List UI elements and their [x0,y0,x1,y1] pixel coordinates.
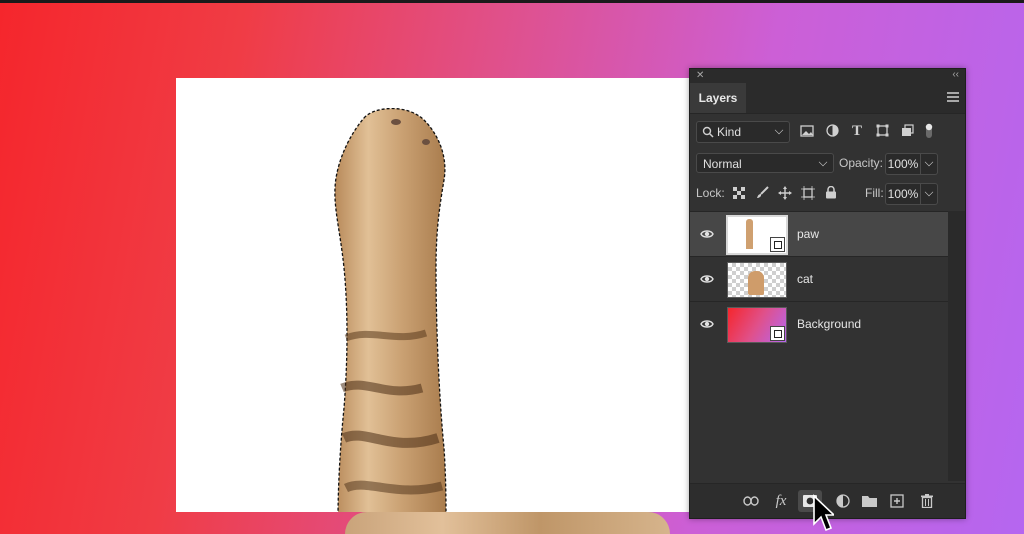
fill-label: Fill: [865,186,884,200]
shape-filter-icon[interactable] [873,121,891,141]
mouse-cursor-icon [813,494,834,532]
filter-row: Kind T [690,116,965,146]
lock-position-icon[interactable] [776,183,794,203]
fill-input[interactable]: 100% [885,183,921,205]
document-canvas[interactable] [176,78,690,512]
chevron-down-icon [924,157,934,167]
lock-artboard-icon[interactable] [799,183,817,203]
layer-thumbnail-paw [726,215,788,255]
kind-filter-label: Kind [717,125,742,139]
layers-panel[interactable]: ✕ ‹‹ Layers Kind T Normal Opacity: 100% … [689,68,966,519]
paw-shape [334,108,447,512]
chevron-down-icon [818,157,828,167]
group-folder-icon[interactable] [860,492,878,510]
collapse-icon[interactable]: ‹‹ [952,69,959,80]
lock-row: Lock: Fill: 100% [690,181,965,207]
smart-object-badge-icon [770,326,785,341]
opacity-dropdown[interactable] [921,153,938,175]
opacity-input[interactable]: 100% [885,153,921,175]
eye-icon[interactable] [700,272,714,286]
chevron-down-icon [774,125,784,135]
lock-transparent-icon[interactable] [730,183,748,203]
filter-toggle-icon[interactable] [920,121,938,141]
trash-icon[interactable] [918,492,936,510]
panel-tabs: Layers [690,83,965,114]
adjustment-filter-icon[interactable] [823,121,841,141]
layer-name: Background [797,317,862,331]
eye-icon[interactable] [700,317,714,331]
smart-object-badge-icon [770,237,785,252]
paw-selection[interactable] [326,108,466,512]
panel-menu-icon[interactable] [947,92,959,104]
layers-scrollbar[interactable] [948,211,965,481]
fill-dropdown[interactable] [921,183,938,205]
cat-body-preview [345,512,670,534]
layers-list: paw cat Background [690,211,948,346]
chevron-down-icon [924,187,934,197]
eye-icon[interactable] [700,227,714,241]
layer-thumbnail-cat [727,262,787,298]
layer-row-cat[interactable]: cat [690,256,948,301]
opacity-label: Opacity: [839,156,884,170]
lock-all-icon[interactable] [822,183,840,203]
blend-mode-select[interactable]: Normal [696,153,834,173]
layer-name: paw [797,227,820,241]
type-filter-icon[interactable]: T [848,121,866,141]
top-edge-bar [0,0,1024,3]
layer-row-paw[interactable]: paw [690,211,948,256]
panel-title-bar: ✕ ‹‹ [690,69,965,83]
adjustment-layer-icon[interactable] [834,492,852,510]
link-icon[interactable] [742,492,760,510]
layer-thumbnail-background [727,307,787,343]
blend-mode-value: Normal [703,157,742,171]
kind-filter-select[interactable]: Kind [696,121,790,143]
tab-layers[interactable]: Layers [690,83,746,113]
image-filter-icon[interactable] [798,121,816,141]
lock-image-icon[interactable] [753,183,771,203]
smart-object-filter-icon[interactable] [898,121,916,141]
new-layer-icon[interactable] [888,492,906,510]
fx-icon[interactable]: fx [772,492,790,510]
layer-name: cat [797,272,814,286]
blend-row: Normal Opacity: 100% [690,149,965,177]
lock-label: Lock: [696,186,725,200]
close-icon[interactable]: ✕ [696,70,704,81]
layer-row-background[interactable]: Background [690,301,948,346]
search-icon [702,126,714,138]
